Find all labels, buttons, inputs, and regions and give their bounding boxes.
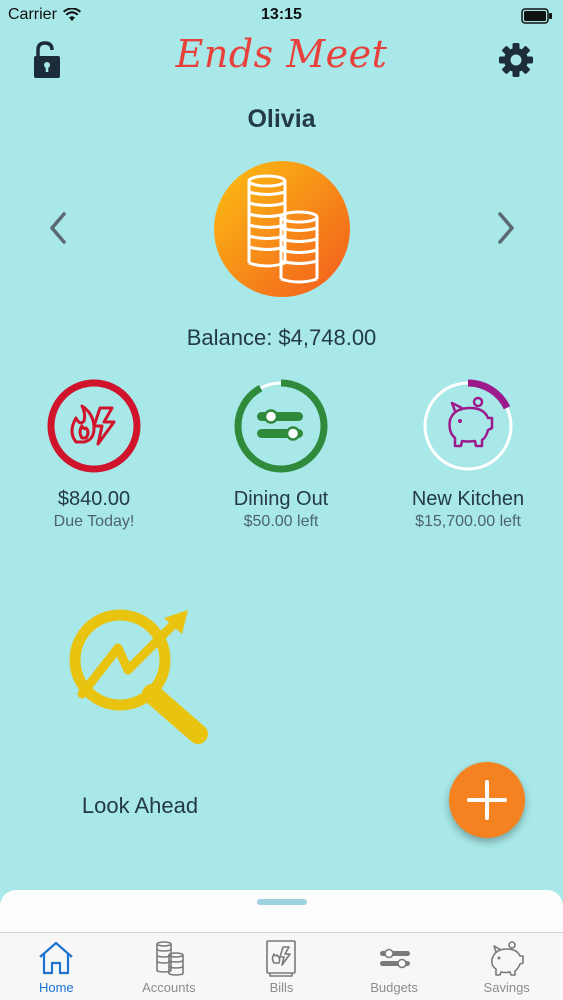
coins-icon	[156, 941, 184, 976]
tab-accounts[interactable]: Accounts	[113, 933, 226, 1000]
budget-tile[interactable]: Dining Out $50.00 left	[191, 378, 371, 531]
tab-home[interactable]: Home	[0, 933, 113, 1000]
tab-budgets[interactable]: Budgets	[338, 933, 451, 1000]
tile-subtitle: $50.00 left	[243, 513, 319, 530]
gas-electric-icon	[47, 379, 141, 473]
sliders-icon	[234, 379, 328, 473]
unlock-icon[interactable]	[30, 40, 66, 80]
tab-bills[interactable]: Bills	[225, 933, 338, 1000]
tab-label: Home	[38, 980, 74, 995]
balance-text: Balance: $4,748.00	[186, 325, 377, 350]
chevron-left-icon[interactable]	[44, 208, 74, 248]
tile-subtitle: $15,700.00 left	[415, 513, 521, 530]
chevron-right-icon[interactable]	[490, 208, 520, 248]
battery-icon	[521, 8, 552, 24]
coins-avatar-icon[interactable]	[214, 161, 350, 297]
piggy-bank-icon	[421, 379, 515, 473]
tab-label: Bills	[269, 980, 294, 995]
bill-icon	[266, 940, 297, 977]
plus-icon	[467, 780, 507, 820]
tab-label: Savings	[483, 980, 530, 995]
add-button[interactable]	[449, 762, 525, 838]
piggy-bank-icon	[490, 941, 524, 976]
tab-bar: Home Accounts Bills Budgets Savings	[0, 932, 563, 1000]
account-name: Olivia	[247, 105, 316, 133]
sheet-handle[interactable]	[257, 899, 307, 905]
look-ahead-label: Look Ahead	[81, 793, 199, 818]
gear-icon[interactable]	[496, 40, 536, 80]
sliders-icon	[380, 948, 411, 969]
tab-label: Accounts	[142, 980, 196, 995]
tab-savings[interactable]: Savings	[450, 933, 563, 1000]
savings-tile[interactable]: New Kitchen $15,700.00 left	[378, 378, 558, 531]
bill-due-tile[interactable]: $840.00 Due Today!	[4, 378, 184, 531]
tile-subtitle: Due Today!	[53, 513, 135, 530]
status-time: 13:15	[261, 6, 302, 23]
home-icon	[39, 941, 74, 975]
tab-label: Budgets	[370, 980, 418, 995]
magnifier-trend-icon[interactable]	[60, 602, 220, 752]
tile-title: $840.00	[57, 488, 131, 510]
nav-header: Ends Meet	[0, 32, 563, 92]
app-logo: Ends Meet	[175, 32, 388, 76]
tile-title: New Kitchen	[411, 488, 525, 510]
status-bar: Carrier 13:15	[0, 0, 563, 32]
tile-title: Dining Out	[233, 488, 329, 510]
